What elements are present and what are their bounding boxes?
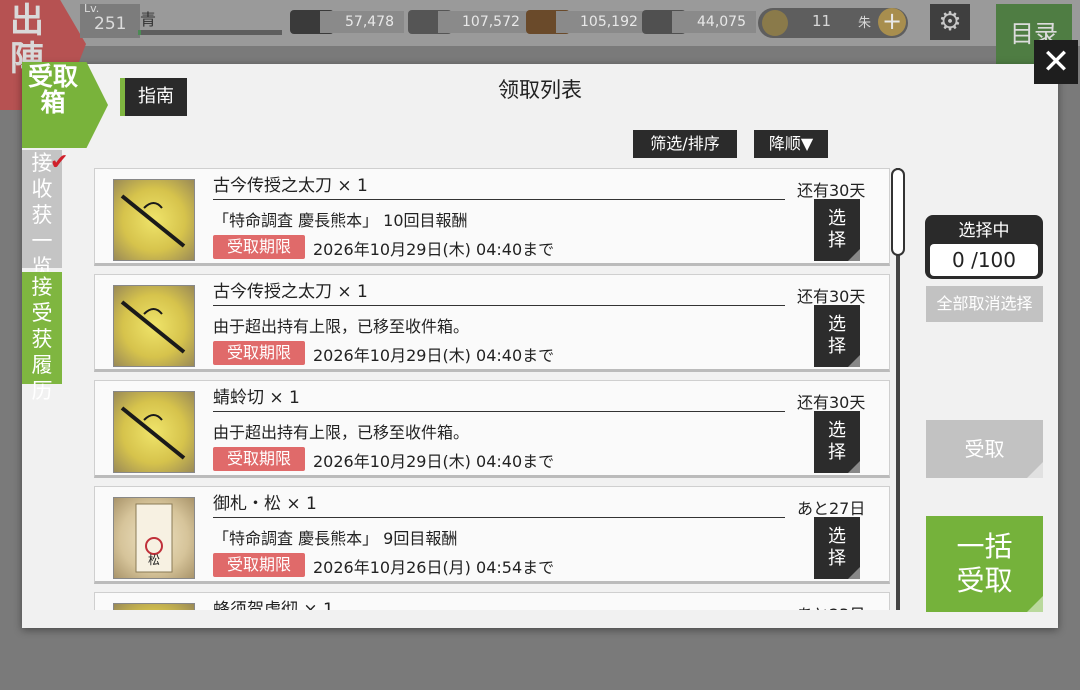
scrollbar-thumb[interactable] [891, 168, 905, 256]
divider [213, 517, 785, 518]
deselect-all-button[interactable]: 全部取消选择 [926, 286, 1043, 322]
modal-title: 领取列表 [498, 78, 582, 102]
item-list[interactable]: 古今传授之太刀 × 1 「特命調査 慶長熊本」 10回目報酬 受取期限 2026… [94, 168, 892, 610]
deadline-date: 2026年10月26日(月) 04:54まで [313, 558, 555, 577]
divider [213, 305, 785, 306]
resource-coolant: 105,192 [526, 10, 648, 34]
list-item: 蜂须贺虎彻 × 1 あと23日 [94, 592, 890, 610]
item-description: 由于超出持有上限，已移至收件箱。 [213, 423, 470, 442]
list-item: 松 御札・松 × 1 「特命調査 慶長熊本」 9回目報酬 受取期限 2026年1… [94, 486, 890, 584]
select-button[interactable]: 选择 [814, 199, 860, 261]
koban-coin-icon [762, 10, 788, 36]
tab-receive-box-label: 受取箱 [28, 62, 79, 117]
remaining-days: あと27日 [797, 499, 866, 518]
player-name: 青 [140, 10, 157, 29]
item-name: 御札・松 × 1 [213, 494, 317, 514]
remaining-days: 还有30天 [797, 393, 866, 412]
sword-icon [113, 603, 195, 610]
fuda-icon: 松 [113, 497, 195, 579]
item-description: 「特命調査 慶長熊本」 10回目報酬 [213, 211, 468, 230]
resource-value: 44,075 [672, 11, 756, 33]
item-name: 蜂须贺虎彻 × 1 [213, 600, 334, 610]
deadline-date: 2026年10月29日(木) 04:40まで [313, 346, 555, 365]
level-value: 251 [94, 14, 127, 34]
resource-value: 57,478 [320, 11, 404, 33]
divider [213, 411, 785, 412]
tab-receive-history-label: 接受获履历 [31, 275, 53, 403]
select-button[interactable]: 选择 [814, 411, 860, 473]
deadline-badge: 受取期限 [213, 341, 305, 365]
sort-order-button[interactable]: 降顺▼ [754, 130, 828, 158]
deadline-badge: 受取期限 [213, 553, 305, 577]
svg-text:松: 松 [148, 553, 160, 567]
sword-icon [113, 285, 195, 367]
koban-value: 11 [812, 12, 832, 30]
list-item: 蜻蛉切 × 1 由于超出持有上限，已移至收件箱。 受取期限 2026年10月29… [94, 380, 890, 478]
item-name: 古今传授之太刀 × 1 [213, 282, 368, 302]
resource-whetstone: 44,075 [642, 10, 756, 34]
resource-value: 105,192 [556, 11, 648, 33]
divider [213, 199, 785, 200]
deadline-date: 2026年10月29日(木) 04:40まで [313, 240, 555, 259]
sword-icon [113, 391, 195, 473]
remaining-days: 还有30天 [797, 287, 866, 306]
filter-sort-button[interactable]: 筛选/排序 [633, 130, 737, 158]
list-item: 古今传授之太刀 × 1 由于超出持有上限，已移至收件箱。 受取期限 2026年1… [94, 274, 890, 372]
deadline-badge: 受取期限 [213, 235, 305, 259]
receive-all-button[interactable]: 一括 受取 [926, 516, 1043, 612]
check-icon: ✔ [50, 150, 69, 175]
selection-label: 选择中 [958, 221, 1010, 241]
koban-plus-button[interactable]: + [878, 8, 906, 36]
remaining-days: あと23日 [797, 601, 865, 610]
resource-steel: 107,572 [408, 10, 530, 34]
resource-value: 107,572 [438, 11, 530, 33]
koban-unit: 朱 [858, 16, 872, 31]
item-description: 「特命調査 慶長熊本」 9回目報酬 [213, 529, 458, 548]
list-item: 古今传授之太刀 × 1 「特命調査 慶長熊本」 10回目報酬 受取期限 2026… [94, 168, 890, 266]
selection-count: 0 /100 [930, 244, 1038, 276]
remaining-days: 还有30天 [797, 181, 866, 200]
close-button[interactable]: ✕ [1034, 40, 1078, 84]
exp-bar [138, 30, 282, 35]
guide-button[interactable]: 指南 [120, 78, 187, 116]
deadline-date: 2026年10月29日(木) 04:40まで [313, 452, 555, 471]
select-button[interactable]: 选择 [814, 517, 860, 579]
item-name: 蜻蛉切 × 1 [213, 388, 300, 408]
item-description: 由于超出持有上限，已移至收件箱。 [213, 317, 470, 336]
receive-button[interactable]: 受取 [926, 420, 1043, 478]
deadline-badge: 受取期限 [213, 447, 305, 471]
select-button[interactable]: 选择 [814, 305, 860, 367]
item-name: 古今传授之太刀 × 1 [213, 176, 368, 196]
exp-bar-fill [138, 30, 141, 35]
sword-icon [113, 179, 195, 261]
gear-icon[interactable]: ⚙ [930, 4, 970, 40]
resource-charcoal: 57,478 [290, 10, 404, 34]
